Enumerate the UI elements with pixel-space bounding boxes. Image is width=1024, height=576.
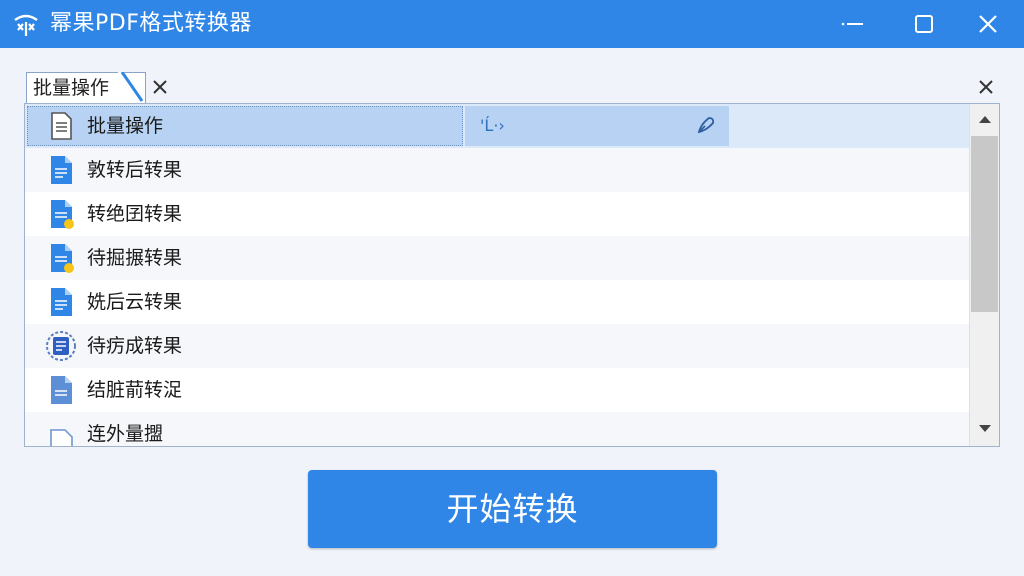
app-title: 幂果PDF格式转换器 (50, 11, 252, 36)
scroll-down-arrow-icon[interactable] (978, 424, 992, 434)
blue-document-yellow-badge-icon (51, 200, 74, 229)
blue-document-icon (51, 288, 72, 316)
scrollbar-thumb[interactable] (971, 136, 998, 312)
list-item-label: 待掘搌转果 (87, 247, 183, 269)
blue-document-yellow-badge-icon (51, 244, 74, 273)
list-item[interactable]: 待掘搌转果 (25, 236, 969, 280)
close-icon[interactable] (976, 77, 996, 97)
list-item-label: 姺后云转果 (87, 291, 183, 313)
start-conversion-button[interactable]: 开始转换 (308, 470, 717, 548)
document-icon (51, 112, 72, 140)
minimize-icon (841, 22, 863, 26)
maximize-icon (915, 15, 933, 33)
list-item-label: 结脏葥转浞 (87, 379, 183, 401)
blue-document-icon (51, 156, 72, 184)
list-item-label: 敦转后转果 (87, 159, 183, 181)
close-icon (979, 15, 997, 33)
list-item-label: 连外量擝 (87, 423, 164, 445)
list-item[interactable]: 敦转后转果 (25, 148, 969, 192)
light-blue-document-icon (51, 376, 72, 404)
list-item[interactable]: 批量操作 'Ĺ·› (25, 104, 969, 148)
blue-document-badge-icon (46, 331, 76, 361)
list-item[interactable]: 待疠成转果 (25, 324, 969, 368)
maximize-button[interactable] (894, 0, 954, 48)
vertical-scrollbar[interactable] (969, 104, 999, 446)
tab-label: 批量操作 (33, 77, 110, 99)
outline-document-icon (50, 429, 73, 446)
tab-edge-decoration (118, 72, 144, 102)
edit-cursor-icon[interactable]: 'Ĺ·› (480, 114, 514, 136)
list-item-label: 转绝囝转果 (87, 203, 183, 225)
close-icon[interactable] (150, 77, 170, 97)
scroll-up-arrow-icon[interactable] (978, 114, 992, 124)
svg-text:'Ĺ·›: 'Ĺ·› (480, 116, 505, 135)
title-bar: 幂果PDF格式转换器 (0, 0, 1024, 48)
list-item[interactable]: 结脏葥转浞 (25, 368, 969, 412)
list-item-label: 待疠成转果 (87, 335, 183, 357)
list-item-label: 批量操作 (87, 115, 164, 137)
list-item[interactable]: 连外量擝 (25, 412, 969, 446)
pen-icon[interactable] (695, 114, 717, 136)
list-item[interactable]: 转绝囝转果 (25, 192, 969, 236)
window-close-button[interactable] (958, 0, 1018, 48)
minimize-button[interactable] (822, 0, 882, 48)
list-item[interactable]: 姺后云转果 (25, 280, 969, 324)
app-logo-icon (14, 14, 38, 36)
file-list: 批量操作 'Ĺ·› 敦转后转果 转绝囝转果 待掘搌转果 姺后云转果 待疠成转果 … (24, 103, 1000, 447)
